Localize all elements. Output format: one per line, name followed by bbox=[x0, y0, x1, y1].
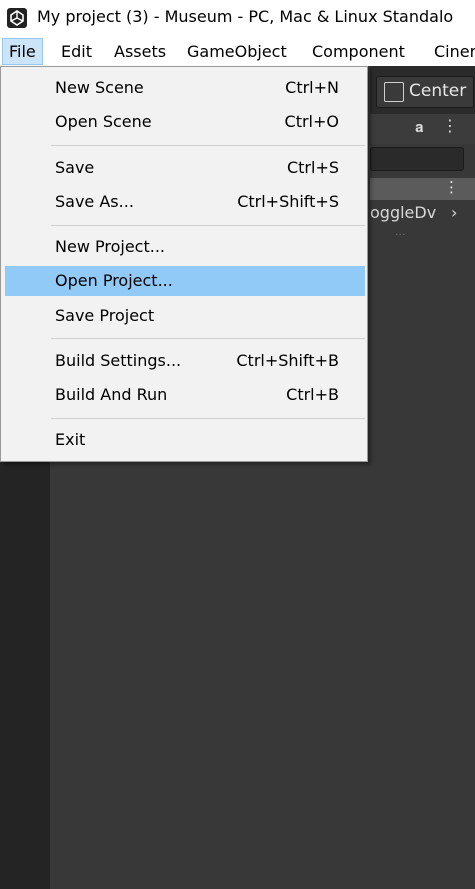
menu-item-label: Save bbox=[55, 158, 95, 177]
hierarchy-item-label[interactable]: oggleDv bbox=[370, 203, 436, 222]
menu-item-label: Save Project bbox=[55, 306, 155, 325]
menu-separator bbox=[51, 225, 365, 226]
menu-item-save-project[interactable]: Save Project bbox=[5, 301, 365, 331]
menu-item-label: Build And Run bbox=[55, 385, 168, 404]
menu-component[interactable]: Component bbox=[306, 38, 411, 65]
menu-item-label: Save As... bbox=[55, 192, 134, 211]
menu-item-shortcut: Ctrl+N bbox=[285, 78, 339, 97]
pivot-center-toggle[interactable]: Center bbox=[376, 76, 474, 108]
menu-item-shortcut: Ctrl+S bbox=[286, 158, 339, 177]
kebab-menu-icon[interactable]: ⋮ bbox=[442, 116, 458, 135]
menu-cinemachine[interactable]: Ciner bbox=[428, 38, 475, 65]
hierarchy-selected-row[interactable] bbox=[370, 178, 475, 200]
window-title: My project (3) - Museum - PC, Mac & Linu… bbox=[37, 7, 454, 26]
faint-row-marker: ··· bbox=[395, 228, 406, 241]
menu-bar: File Edit Assets GameObject Component Ci… bbox=[0, 38, 475, 66]
menu-item-label: New Project... bbox=[55, 237, 165, 256]
center-label: Center bbox=[409, 81, 467, 101]
menu-item-shortcut: Ctrl+O bbox=[284, 112, 339, 131]
menu-item-shortcut: Ctrl+Shift+S bbox=[237, 192, 339, 211]
lock-icon[interactable]: 𝐚 bbox=[415, 118, 424, 136]
row-options-icon[interactable]: ⋮ bbox=[444, 178, 459, 196]
menu-item-new-project[interactable]: New Project... bbox=[5, 232, 365, 262]
menu-item-label: Open Scene bbox=[55, 112, 152, 131]
menu-item-shortcut: Ctrl+Shift+B bbox=[236, 351, 339, 370]
menu-separator bbox=[51, 145, 365, 146]
menu-separator bbox=[51, 418, 365, 419]
menu-gameobject[interactable]: GameObject bbox=[181, 38, 293, 65]
menu-item-open-project[interactable]: Open Project... bbox=[5, 266, 365, 296]
menu-item-new-scene[interactable]: New Scene Ctrl+N bbox=[5, 73, 365, 103]
menu-item-label: Open Project... bbox=[55, 271, 173, 290]
menu-item-build-settings[interactable]: Build Settings... Ctrl+Shift+B bbox=[5, 346, 365, 376]
center-icon bbox=[384, 82, 404, 102]
file-menu-dropdown: New Scene Ctrl+N Open Scene Ctrl+O Save … bbox=[0, 66, 368, 462]
menu-item-label: Exit bbox=[55, 430, 86, 449]
hierarchy-search-input[interactable] bbox=[370, 147, 464, 171]
menu-item-exit[interactable]: Exit bbox=[5, 425, 365, 455]
unity-logo-icon bbox=[7, 8, 27, 28]
menu-item-label: New Scene bbox=[55, 78, 144, 97]
menu-separator bbox=[51, 338, 365, 339]
chevron-right-icon[interactable]: › bbox=[451, 203, 457, 222]
menu-item-open-scene[interactable]: Open Scene Ctrl+O bbox=[5, 107, 365, 137]
menu-item-shortcut: Ctrl+B bbox=[286, 385, 339, 404]
menu-item-label: Build Settings... bbox=[55, 351, 182, 370]
menu-item-build-and-run[interactable]: Build And Run Ctrl+B bbox=[5, 380, 365, 410]
menu-item-save[interactable]: Save Ctrl+S bbox=[5, 153, 365, 183]
menu-item-save-as[interactable]: Save As... Ctrl+Shift+S bbox=[5, 187, 365, 217]
title-bar: My project (3) - Museum - PC, Mac & Linu… bbox=[0, 0, 475, 38]
menu-assets[interactable]: Assets bbox=[108, 38, 172, 65]
menu-file[interactable]: File bbox=[2, 38, 43, 65]
menu-edit[interactable]: Edit bbox=[55, 38, 98, 65]
